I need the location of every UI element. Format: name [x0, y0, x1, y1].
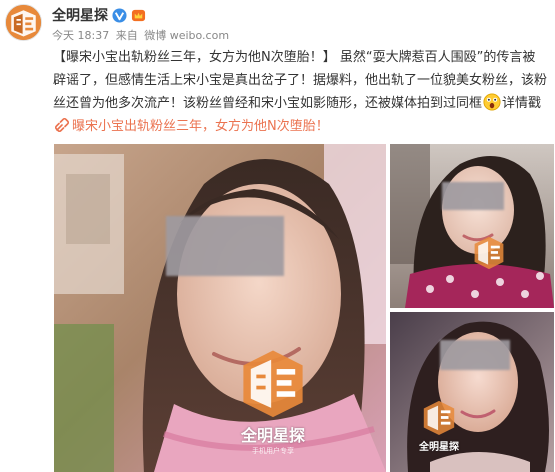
- post-time[interactable]: 今天 18:37: [52, 29, 109, 42]
- link-icon[interactable]: [55, 118, 69, 132]
- post-photo-main[interactable]: [54, 144, 386, 472]
- shocked-face-emoji-icon: [483, 93, 501, 111]
- post-headline: 【曝宋小宝出轨粉丝三年，女方为他N次堕胎！】: [53, 50, 336, 65]
- details-text: 详情戳: [502, 96, 542, 111]
- face-mosaic-censor: [440, 340, 510, 370]
- star-detective-logo-icon: [6, 5, 41, 40]
- post-photo-2[interactable]: [390, 144, 554, 308]
- weibo-post-card: 全明星探 今天 18:37 来自 微博 weibo.com 【曝宋小宝出轨粉丝三…: [0, 0, 555, 472]
- member-crown-icon[interactable]: [131, 8, 146, 23]
- author-avatar[interactable]: [5, 4, 42, 41]
- verified-badge-icon[interactable]: [112, 7, 127, 23]
- author-line: 全明星探: [52, 5, 146, 25]
- face-mosaic-censor: [442, 182, 504, 210]
- post-photo-3[interactable]: [390, 312, 554, 472]
- post-meta: 今天 18:37 来自 微博 weibo.com: [52, 27, 232, 43]
- author-name[interactable]: 全明星探: [52, 5, 108, 25]
- post-body: 【曝宋小宝出轨粉丝三年，女方为他N次堕胎！】 虽然“耍大牌惹百人围殴”的传言被辟…: [53, 46, 548, 138]
- post-source-prefix: 来自: [115, 29, 138, 42]
- article-link[interactable]: 曝宋小宝出轨粉丝三年，女方为他N次堕胎！: [72, 119, 329, 134]
- post-source[interactable]: 微博 weibo.com: [144, 29, 229, 42]
- face-mosaic-censor: [166, 216, 284, 276]
